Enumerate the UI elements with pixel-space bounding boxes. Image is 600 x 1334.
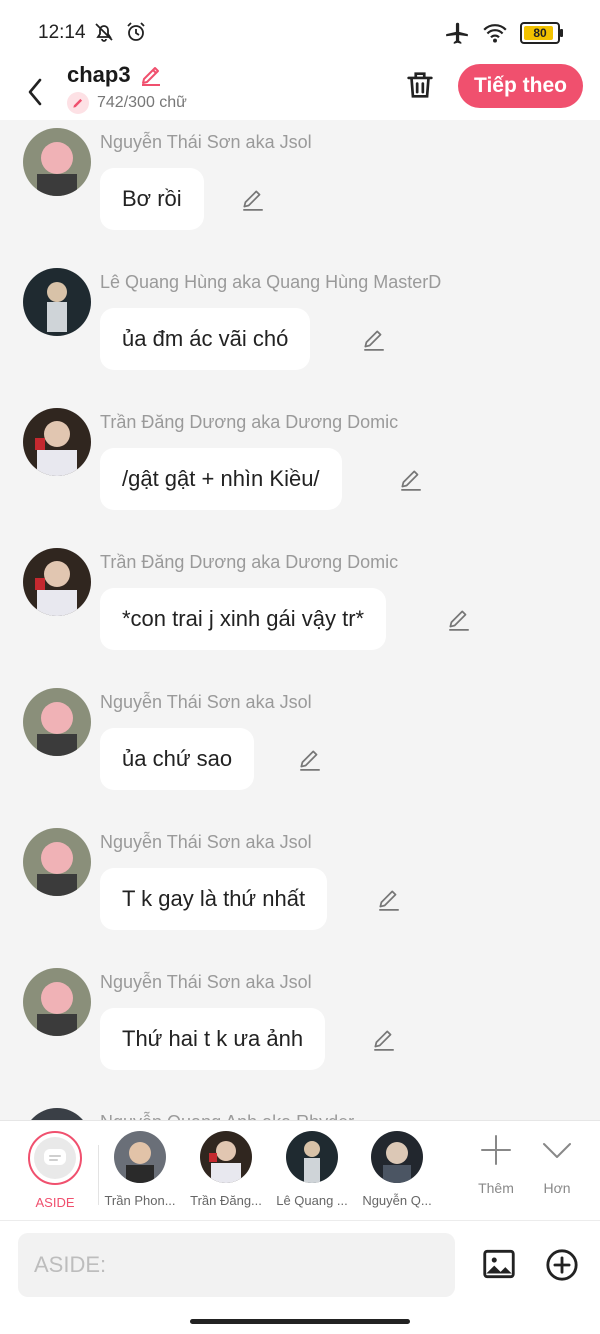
chevron-down-icon	[543, 1143, 571, 1158]
character-item[interactable]: Trần Đăng...	[186, 1131, 266, 1208]
character-item[interactable]: Nguyễn Q...	[357, 1131, 437, 1208]
home-indicator[interactable]	[190, 1319, 410, 1324]
expand-label: Hơn	[543, 1180, 571, 1196]
add-character-button[interactable]: Thêm	[466, 1133, 526, 1196]
message-bubble[interactable]: /gật gật + nhìn Kiều/	[100, 448, 342, 510]
wifi-icon	[483, 24, 507, 43]
word-count: 742/300 chữ	[97, 94, 187, 111]
sender-name: Trần Đăng Dương aka Dương Domic	[100, 552, 399, 572]
chevron-left-icon	[28, 78, 42, 106]
edit-message-icon[interactable]	[376, 886, 402, 912]
character-name: Lê Quang ...	[276, 1193, 348, 1208]
avatar[interactable]	[23, 828, 91, 896]
status-time: 12:14	[38, 22, 86, 43]
edit-message-icon[interactable]	[240, 186, 266, 212]
alarm-icon	[127, 22, 145, 41]
character-item[interactable]: Lê Quang ...	[272, 1131, 352, 1208]
pencil-badge-icon	[67, 92, 89, 114]
edit-message-icon[interactable]	[371, 1026, 397, 1052]
message-bubble[interactable]: ủa đm ác vãi chó	[100, 308, 311, 370]
character-name: Trần Đăng...	[190, 1193, 262, 1208]
avatar	[371, 1131, 423, 1183]
chat-message: Lê Quang Hùng aka Quang Hùng MasterD ủa …	[0, 260, 600, 400]
message-bubble[interactable]: ủa chứ sao	[100, 728, 255, 790]
mute-bell-icon	[95, 23, 113, 42]
message-bubble[interactable]: T k gay là thứ nhất	[100, 868, 328, 930]
character-bar: ASIDE Trần Phon... Trần Đăng... Lê Quang…	[0, 1120, 600, 1221]
page-title: chap3	[67, 62, 131, 87]
avatar[interactable]	[23, 688, 91, 756]
chat-message: Nguyễn Thái Sơn aka Jsol Thứ hai t k ưa …	[0, 960, 600, 1100]
message-bubble[interactable]: Bơ rồi	[100, 168, 204, 230]
character-item[interactable]: Trần Phon...	[100, 1131, 180, 1208]
sender-name: Nguyễn Thái Sơn aka Jsol	[100, 832, 312, 852]
sender-name: Trần Đăng Dương aka Dương Domic	[100, 412, 399, 432]
expand-button[interactable]: Hơn	[527, 1133, 587, 1196]
message-bubble[interactable]: Thứ hai t k ưa ảnh	[100, 1008, 326, 1070]
edit-message-icon[interactable]	[398, 466, 424, 492]
chat-message: Trần Đăng Dương aka Dương Domic /gật gật…	[0, 400, 600, 540]
insert-image-button[interactable]	[480, 1245, 518, 1283]
next-button[interactable]: Tiếp theo	[458, 64, 583, 108]
edit-message-icon[interactable]	[446, 606, 472, 632]
composer	[0, 1220, 600, 1334]
character-aside[interactable]: ASIDE	[15, 1131, 95, 1210]
add-label: Thêm	[478, 1180, 514, 1196]
sender-name: Lê Quang Hùng aka Quang Hùng MasterD	[100, 272, 442, 292]
edit-message-icon[interactable]	[297, 746, 323, 772]
character-name: Trần Phon...	[104, 1193, 176, 1208]
avatar[interactable]	[23, 968, 91, 1036]
delete-button[interactable]	[403, 68, 437, 102]
character-name: ASIDE	[35, 1195, 75, 1210]
chat-message: Nguyễn Quang Anh aka Rhyder	[0, 1100, 600, 1120]
sender-name: Nguyễn Thái Sơn aka Jsol	[100, 692, 312, 712]
chat-bubble-icon	[44, 1149, 66, 1165]
avatar	[286, 1131, 338, 1183]
plus-circle-icon	[546, 1249, 578, 1281]
sender-name: Nguyễn Thái Sơn aka Jsol	[100, 132, 312, 152]
avatar	[200, 1131, 252, 1183]
edit-message-icon[interactable]	[361, 326, 387, 352]
edit-title-icon[interactable]	[139, 63, 163, 87]
status-bar: 12:14 80	[0, 0, 600, 60]
avatar[interactable]	[23, 408, 91, 476]
plus-icon	[481, 1135, 511, 1165]
sender-name: Nguyễn Thái Sơn aka Jsol	[100, 972, 312, 992]
avatar[interactable]	[23, 128, 91, 196]
chat-list[interactable]: Nguyễn Thái Sơn aka Jsol Bơ rồi Lê Quang…	[0, 120, 600, 1120]
chat-message: Nguyễn Thái Sơn aka Jsol Bơ rồi	[0, 120, 600, 260]
trash-icon	[407, 72, 433, 98]
battery-indicator: 80	[520, 22, 563, 44]
avatar[interactable]	[23, 1108, 91, 1120]
chat-message: Nguyễn Thái Sơn aka Jsol ủa chứ sao	[0, 680, 600, 820]
avatar	[114, 1131, 166, 1183]
divider	[98, 1145, 99, 1205]
more-options-button[interactable]	[545, 1248, 579, 1282]
character-name: Nguyễn Q...	[362, 1193, 432, 1208]
header: chap3 742/300 chữ Tiếp theo	[0, 60, 600, 120]
message-bubble[interactable]: *con trai j xinh gái vậy tr*	[100, 588, 387, 650]
avatar[interactable]	[23, 548, 91, 616]
chat-message: Trần Đăng Dương aka Dương Domic *con tra…	[0, 540, 600, 680]
back-button[interactable]	[22, 70, 52, 110]
message-input[interactable]	[18, 1233, 455, 1297]
image-icon	[483, 1249, 515, 1279]
airplane-icon	[446, 22, 468, 44]
chat-message: Nguyễn Thái Sơn aka Jsol T k gay là thứ …	[0, 820, 600, 960]
sender-name: Nguyễn Quang Anh aka Rhyder	[100, 1112, 354, 1120]
avatar[interactable]	[23, 268, 91, 336]
